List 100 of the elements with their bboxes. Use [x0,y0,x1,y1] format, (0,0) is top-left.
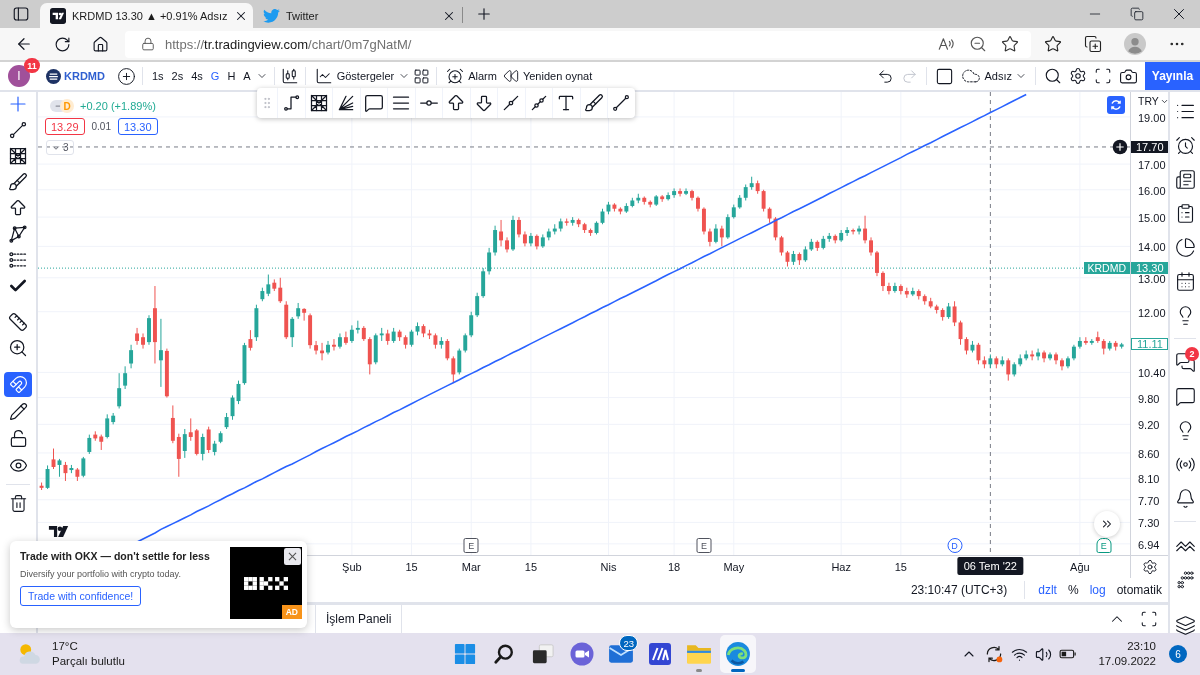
browser-tab[interactable]: Twitter [253,3,462,28]
replay-button[interactable]: Yeniden oynat [499,68,596,84]
scroll-button[interactable] [1094,511,1120,537]
event-marker[interactable]: E [1096,538,1112,553]
interval-button[interactable]: H [224,70,239,82]
ad-text: Diversify your portfolio with crypto today. [20,569,181,579]
timezone-button[interactable]: 23:10:47 (UTC+3) [910,583,1008,597]
trash-icon[interactable] [8,493,28,513]
app-icon[interactable] [648,642,672,666]
axis-label: 15.00 [1138,213,1166,224]
collapse-button[interactable]: 3 [46,140,74,155]
dots-icon[interactable] [1175,569,1195,589]
trend-line-icon[interactable] [8,120,28,140]
buy-price-button[interactable]: 13.30 [118,118,158,135]
candle [875,250,879,277]
arrow-up-icon[interactable] [8,198,28,218]
square-icon[interactable] [935,66,955,86]
fullscreen-icon[interactable] [1094,67,1112,85]
close-icon[interactable] [284,548,301,565]
sync-icon[interactable] [984,644,1005,664]
pattern-icon[interactable] [8,224,28,244]
collections-icon[interactable] [1084,35,1102,53]
avatar-initial: I [17,70,21,82]
search-icon[interactable] [493,643,515,665]
pie-chart-icon[interactable] [1174,236,1196,258]
brush-icon[interactable] [583,93,604,113]
settings-icon[interactable] [1069,67,1087,85]
grid-icon[interactable] [413,67,431,85]
brush-icon[interactable] [8,172,28,192]
alarm-clock-icon [446,67,465,85]
step-line-icon[interactable] [281,93,302,113]
profile-avatar[interactable] [1124,33,1146,55]
address-field[interactable]: https://tr.tradingview.com/chart/0m7gNatM/ [125,30,1031,58]
volume-icon[interactable] [1035,645,1053,663]
plus-icon[interactable] [1112,138,1128,155]
ad-link-button[interactable]: Trade with confidence! [20,586,142,606]
callout-icon[interactable] [363,93,384,113]
event-marker[interactable]: E [696,538,712,553]
back-icon[interactable] [15,35,33,53]
home-icon[interactable] [92,35,109,53]
favorites-icon[interactable] [1044,35,1062,53]
alarm-clock-icon[interactable] [1174,134,1196,156]
search-icon[interactable] [1044,67,1062,85]
maximize-icon[interactable] [1140,610,1158,628]
event-marker[interactable]: E [463,538,479,553]
date-label: 06 Tem '22 [957,557,1023,575]
add-symbol-icon[interactable] [116,66,136,86]
star-icon[interactable] [1001,35,1019,53]
read-aloud-icon[interactable] [937,35,955,53]
scale-toggle[interactable]: dzlt [1038,583,1057,597]
scale-toggle[interactable]: otomatik [1116,583,1162,597]
interval-button[interactable]: G [207,70,223,82]
indicators-button[interactable]: Göstergeler [311,67,414,85]
currency-dropdown[interactable]: TRY [1138,95,1169,107]
interval-button[interactable]: 1s [148,70,167,82]
symbol-button[interactable]: KRDMD [46,68,105,84]
bell-icon[interactable] [1174,487,1196,509]
scale-toggle[interactable]: % [1067,583,1079,597]
chat-icon[interactable] [1174,351,1196,373]
calendar-icon[interactable] [1174,270,1196,292]
newspaper-icon[interactable] [1174,168,1196,190]
candles-icon[interactable] [280,67,299,85]
settings-icon[interactable] [1141,559,1158,575]
start-icon[interactable] [454,643,476,665]
sell-price-button[interactable]: 13.29 [45,118,85,135]
interval-button[interactable]: A [240,70,254,82]
restore-icon[interactable] [1130,7,1144,21]
grid-icon[interactable] [308,93,329,113]
grid-icon[interactable] [8,146,28,166]
chat-icon[interactable] [1174,385,1196,407]
layers-icon[interactable] [1174,614,1196,636]
line-icon[interactable] [611,93,632,113]
publish-button[interactable]: Yayınla [1145,62,1200,90]
notification-badge: 23 [619,635,638,651]
price-label: 17.70 [1131,140,1168,153]
scale-toggle[interactable]: log [1089,583,1106,597]
clock-time: 23:10 [1127,639,1156,654]
chart-icon [314,67,333,85]
browser-icon[interactable] [725,641,751,667]
reload-icon[interactable] [54,35,71,53]
ruler-icon[interactable] [8,312,28,332]
event-marker[interactable]: D [947,538,963,553]
axis-label: Mar [461,561,481,573]
browser-tab[interactable]: KRDMD 13.30 ▲ +0.91% Adsız [40,3,253,28]
taskbar-button[interactable]: 23 [603,635,639,673]
tab-actions-icon[interactable] [12,5,30,23]
interval-button[interactable]: 4s [188,70,206,82]
notification-badge[interactable]: 6 [1169,645,1187,663]
interval-button[interactable]: 2s [168,70,187,82]
zoom-out-icon[interactable] [969,35,987,53]
new-tab-icon[interactable] [475,5,493,23]
layout-button[interactable]: Adsız [961,66,1027,86]
undo-icon[interactable] [877,67,895,85]
magnet-button[interactable] [4,372,32,397]
logo-icon [48,526,70,537]
video-chat-icon[interactable] [570,642,594,666]
alarm-button[interactable]: Alarm [443,67,500,85]
price-label: 11.11 [1131,338,1168,351]
task-view-icon[interactable] [532,643,554,665]
zoom-in-icon[interactable] [8,338,28,358]
